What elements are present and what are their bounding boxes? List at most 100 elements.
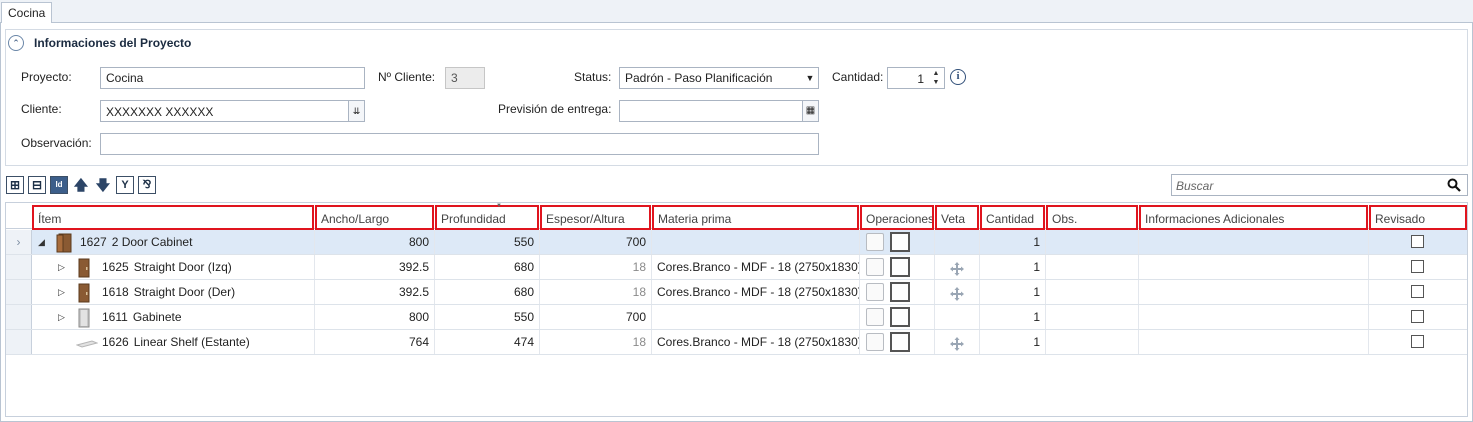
row-indicator[interactable] — [6, 330, 32, 354]
grain-direction-icon[interactable] — [950, 335, 964, 351]
split-icon[interactable]: ⅋ — [138, 176, 156, 194]
col-header-profundidad[interactable]: Profundidad — [435, 205, 539, 230]
cell-info-adicionales[interactable] — [1139, 305, 1369, 329]
calendar-icon[interactable]: ▦ — [802, 101, 818, 121]
cell-item[interactable]: ▷ 1618 Straight Door (Der) — [32, 280, 315, 304]
cell-ancho[interactable]: 392.5 — [315, 280, 435, 304]
search-icon[interactable] — [1447, 178, 1461, 192]
col-header-info-adicionales[interactable]: Informaciones Adicionales — [1139, 205, 1368, 230]
cell-veta[interactable] — [935, 230, 980, 254]
revisado-checkbox[interactable] — [1411, 285, 1424, 298]
table-row[interactable]: ▷ 1618 Straight Door (Der) 392.5 680 18 Cores.… — [6, 280, 1467, 305]
cell-ancho[interactable]: 800 — [315, 305, 435, 329]
cell-materia[interactable]: Cores.Branco - MDF - 18 (2750x1830) — [652, 330, 860, 354]
table-row[interactable]: ▷ 1625 Straight Door (Izq) 392.5 680 18 Cores.… — [6, 255, 1467, 280]
cell-obs[interactable] — [1046, 305, 1139, 329]
col-header-veta[interactable]: Veta — [935, 205, 979, 230]
proyecto-input[interactable]: Cocina — [100, 67, 365, 89]
revisado-checkbox[interactable] — [1411, 310, 1424, 323]
col-header-materia[interactable]: Materia prima — [652, 205, 859, 230]
spin-up-icon[interactable]: ▲ — [931, 69, 941, 78]
cell-obs[interactable] — [1046, 230, 1139, 254]
cell-cantidad[interactable]: 1 — [980, 330, 1046, 354]
cell-veta[interactable] — [935, 330, 980, 354]
cell-obs[interactable] — [1046, 330, 1139, 354]
move-down-icon[interactable]: 🡇 — [94, 176, 112, 194]
cell-cantidad[interactable]: 1 — [980, 280, 1046, 304]
cell-cantidad[interactable]: 1 — [980, 230, 1046, 254]
double-chevron-down-icon[interactable]: ⇊ — [348, 101, 364, 121]
table-row[interactable]: ▷ 1611 Gabinete 800 550 700 1 — [6, 305, 1467, 330]
col-header-obs[interactable]: Obs. — [1046, 205, 1138, 230]
cell-veta[interactable] — [935, 255, 980, 279]
cell-materia[interactable] — [652, 230, 860, 254]
col-header-revisado[interactable]: Revisado — [1369, 205, 1467, 230]
cell-espesor[interactable]: 700 — [540, 230, 652, 254]
operation-panel-icon[interactable] — [890, 307, 910, 327]
cell-espesor[interactable]: 18 — [540, 330, 652, 354]
row-indicator[interactable] — [6, 305, 32, 329]
expand-row-icon[interactable]: ▷ — [58, 280, 65, 304]
cell-veta[interactable] — [935, 280, 980, 304]
cantidad-stepper[interactable]: 1 ▲ ▼ — [887, 67, 945, 89]
cell-operaciones[interactable] — [860, 305, 935, 329]
cell-espesor[interactable]: 18 — [540, 280, 652, 304]
col-header-item[interactable]: Ítem — [32, 205, 314, 230]
cell-cantidad[interactable]: 1 — [980, 305, 1046, 329]
cell-operaciones[interactable] — [860, 255, 935, 279]
observacion-input[interactable] — [100, 133, 819, 155]
cell-espesor[interactable]: 700 — [540, 305, 652, 329]
cell-info-adicionales[interactable] — [1139, 330, 1369, 354]
move-up-icon[interactable]: 🡅 — [72, 176, 90, 194]
status-select[interactable]: Padrón - Paso Planificación ▼ — [619, 67, 819, 89]
collapse-row-icon[interactable]: ◢ — [38, 230, 45, 254]
cell-operaciones[interactable] — [860, 230, 935, 254]
expand-row-icon[interactable]: ▷ — [58, 255, 65, 279]
expand-row-icon[interactable]: ▷ — [58, 305, 65, 329]
cell-ancho[interactable]: 764 — [315, 330, 435, 354]
cell-item[interactable]: ▷ 1611 Gabinete — [32, 305, 315, 329]
cell-materia[interactable]: Cores.Branco - MDF - 18 (2750x1830) — [652, 255, 860, 279]
cell-ancho[interactable]: 392.5 — [315, 255, 435, 279]
row-indicator[interactable] — [6, 255, 32, 279]
row-indicator[interactable]: › — [6, 230, 32, 254]
cell-operaciones[interactable] — [860, 280, 935, 304]
collapse-panel-icon[interactable]: ⌃ — [8, 35, 24, 51]
operation-edge-icon[interactable] — [866, 258, 884, 276]
revisado-checkbox[interactable] — [1411, 335, 1424, 348]
info-icon[interactable]: i — [950, 69, 966, 85]
grain-direction-icon[interactable] — [950, 285, 964, 301]
operation-edge-icon[interactable] — [866, 308, 884, 326]
cell-materia[interactable] — [652, 305, 860, 329]
chevron-down-icon[interactable]: ▼ — [802, 68, 818, 88]
cell-info-adicionales[interactable] — [1139, 230, 1369, 254]
cell-profundidad[interactable]: 680 — [435, 280, 540, 304]
revisado-checkbox[interactable] — [1411, 235, 1424, 248]
cell-info-adicionales[interactable] — [1139, 255, 1369, 279]
cell-materia[interactable]: Cores.Branco - MDF - 18 (2750x1830) — [652, 280, 860, 304]
grain-direction-icon[interactable] — [950, 260, 964, 276]
cell-veta[interactable] — [935, 305, 980, 329]
cell-obs[interactable] — [1046, 255, 1139, 279]
operation-panel-icon[interactable] — [890, 282, 910, 302]
cell-item[interactable]: ▷ 1625 Straight Door (Izq) — [32, 255, 315, 279]
row-indicator[interactable] — [6, 280, 32, 304]
collapse-all-icon[interactable]: ⊟ — [28, 176, 46, 194]
cell-item[interactable]: 1626 Linear Shelf (Estante) — [32, 330, 315, 354]
col-header-ancho[interactable]: Ancho/Largo — [315, 205, 434, 230]
merge-icon[interactable]: Y — [116, 176, 134, 194]
prevision-date-input[interactable]: ▦ — [619, 100, 819, 122]
revisado-checkbox[interactable] — [1411, 260, 1424, 273]
operation-edge-icon[interactable] — [866, 333, 884, 351]
cell-obs[interactable] — [1046, 280, 1139, 304]
operation-panel-icon[interactable] — [890, 232, 910, 252]
search-box[interactable]: Buscar — [1171, 174, 1468, 196]
operation-panel-icon[interactable] — [890, 332, 910, 352]
operation-edge-icon[interactable] — [866, 283, 884, 301]
tab-cocina[interactable]: Cocina — [1, 2, 53, 23]
cell-profundidad[interactable]: 550 — [435, 305, 540, 329]
table-row[interactable]: › ◢ 1627 2 Door Cabinet 800 550 700 1 — [6, 230, 1467, 255]
operation-edge-icon[interactable] — [866, 233, 884, 251]
cell-cantidad[interactable]: 1 — [980, 255, 1046, 279]
cell-espesor[interactable]: 18 — [540, 255, 652, 279]
